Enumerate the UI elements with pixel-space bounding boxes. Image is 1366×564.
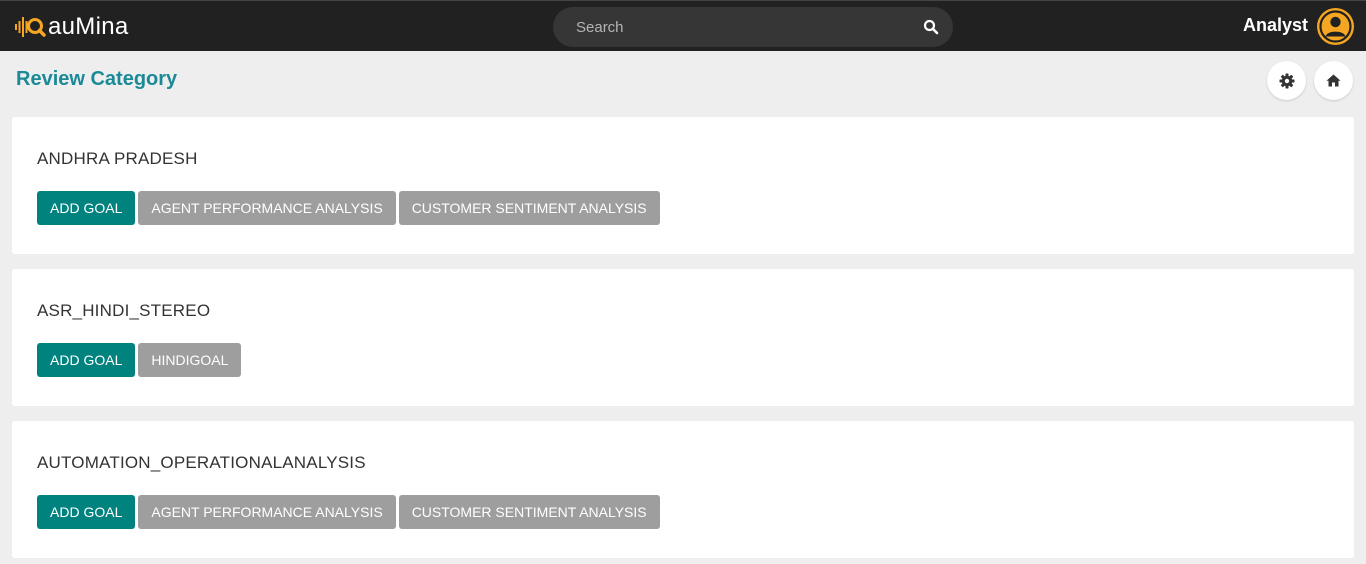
goal-button-row: ADD GOAL AGENT PERFORMANCE ANALYSIS CUST… [37,495,660,529]
category-title: ANDHRA PRADESH [37,149,198,168]
goal-button[interactable]: CUSTOMER SENTIMENT ANALYSIS [398,191,660,225]
gear-icon [1279,73,1294,88]
search-icon[interactable] [923,19,939,35]
category-title: AUTOMATION_OPERATIONALANALYSIS [37,453,366,472]
home-button[interactable] [1314,61,1353,100]
top-navbar: auMina Analyst [0,0,1366,51]
user-circle-icon[interactable] [1317,8,1354,45]
category-card: AUTOMATION_OPERATIONALANALYSIS ADD GOAL … [12,421,1354,558]
search-bar [553,7,953,47]
goal-button-row: ADD GOAL AGENT PERFORMANCE ANALYSIS CUST… [37,191,660,225]
settings-button[interactable] [1267,61,1306,100]
category-card: ASR_HINDI_STEREO ADD GOAL HINDIGOAL [12,269,1354,406]
add-goal-button[interactable]: ADD GOAL [37,495,136,529]
goal-button-row: ADD GOAL HINDIGOAL [37,343,242,377]
page-title: Review Category [16,68,178,90]
app-logo[interactable]: auMina [14,9,129,45]
category-title: ASR_HINDI_STEREO [37,301,211,320]
search-input[interactable] [553,7,913,47]
logo-text: auMina [48,13,129,40]
goal-button[interactable]: HINDIGOAL [138,343,242,377]
category-card: ANDHRA PRADESH ADD GOAL AGENT PERFORMANC… [12,117,1354,254]
add-goal-button[interactable]: ADD GOAL [37,191,136,225]
home-icon [1326,74,1341,87]
user-name[interactable]: Analyst [1243,15,1308,36]
goal-button[interactable]: AGENT PERFORMANCE ANALYSIS [138,191,396,225]
add-goal-button[interactable]: ADD GOAL [37,343,136,377]
goal-button[interactable]: CUSTOMER SENTIMENT ANALYSIS [398,495,660,529]
goal-button[interactable]: AGENT PERFORMANCE ANALYSIS [138,495,396,529]
sound-wave-magnifier-icon [15,17,46,37]
